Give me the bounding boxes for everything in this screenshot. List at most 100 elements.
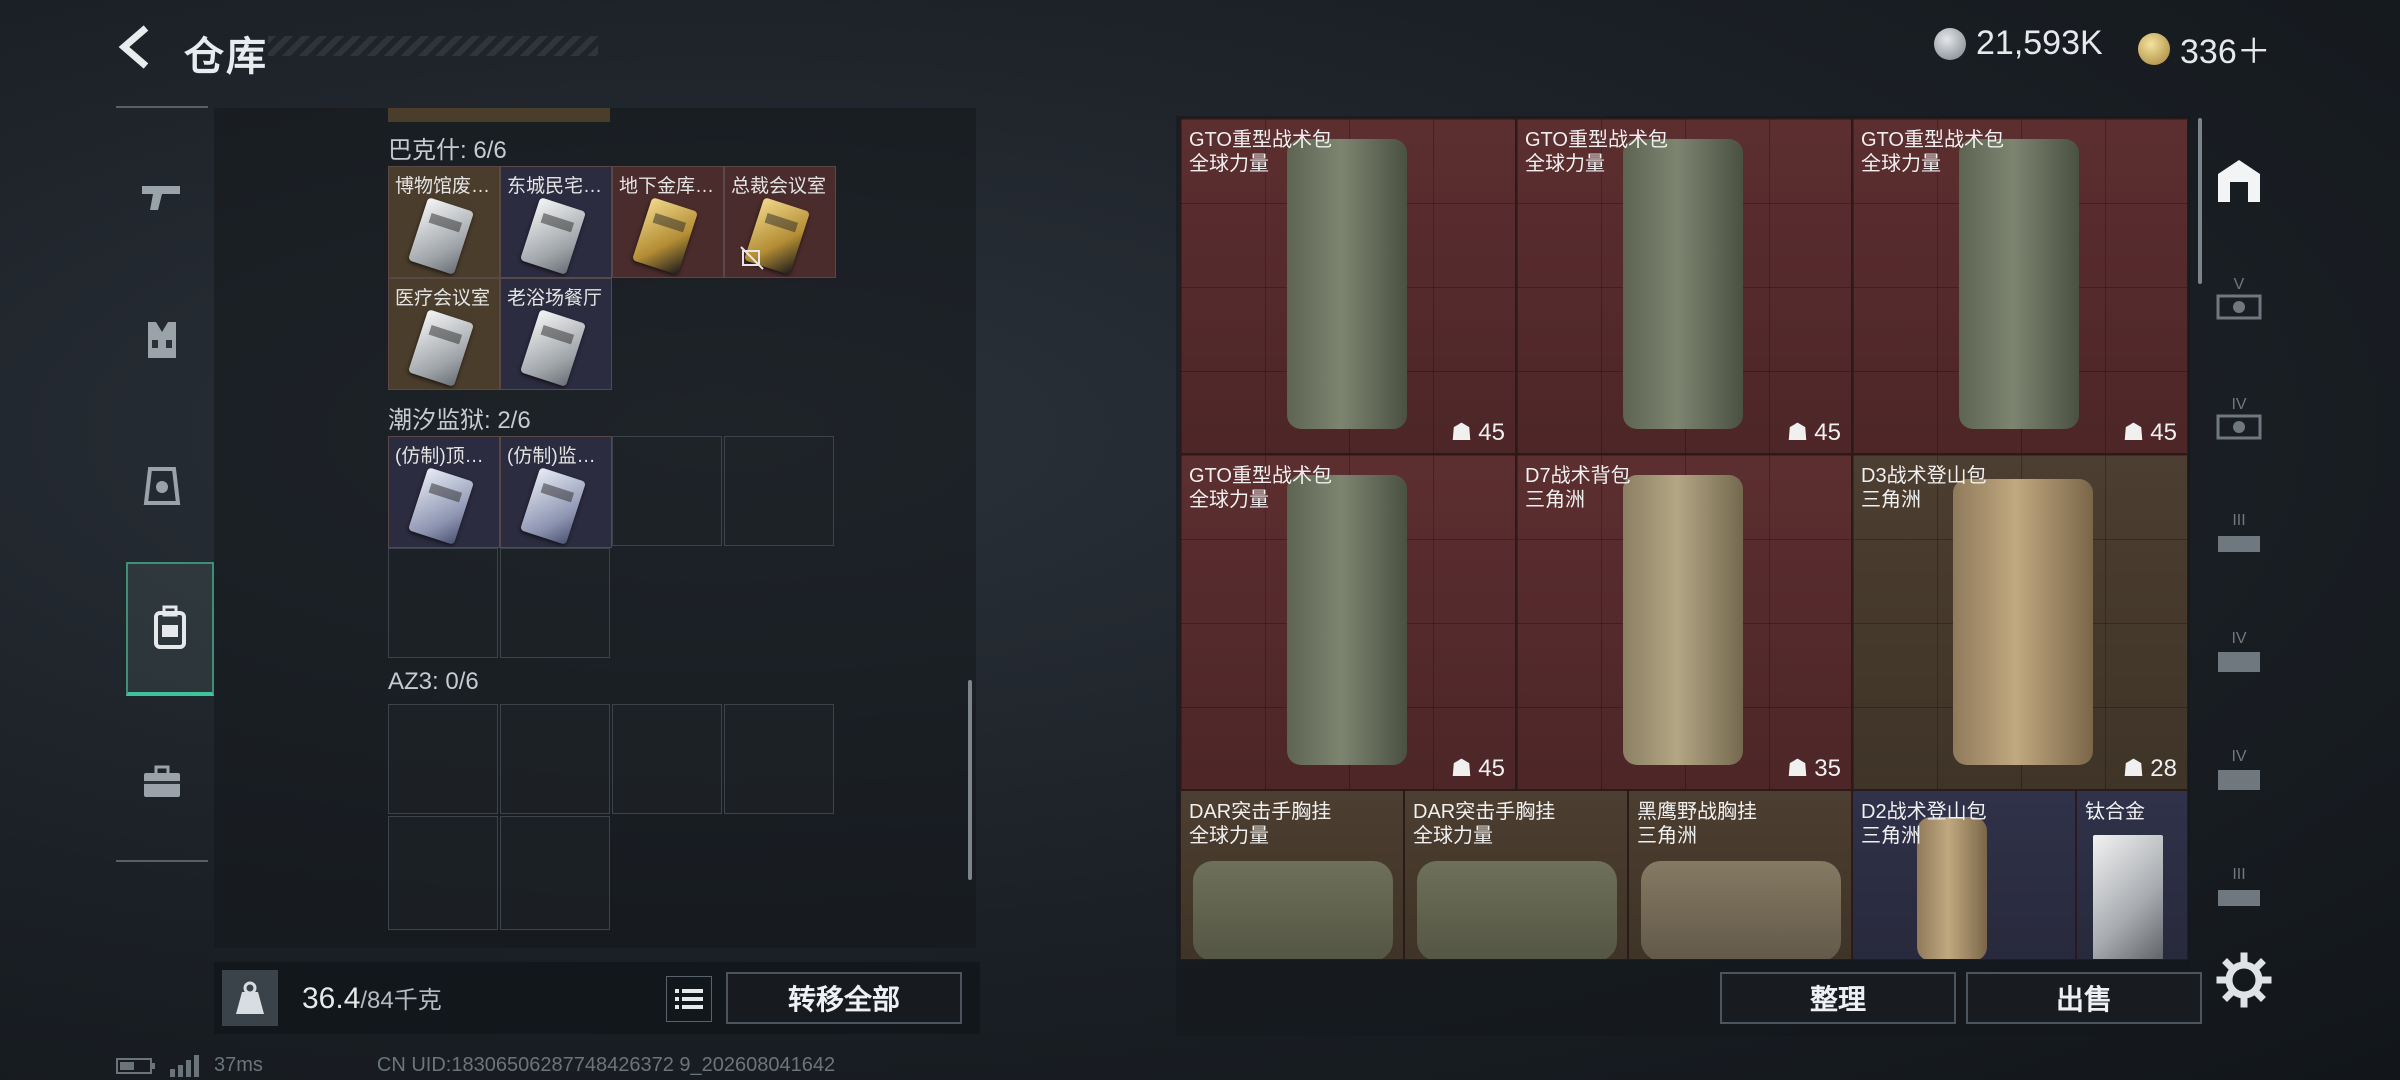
keycard-icon <box>407 467 475 545</box>
key-name: 博物馆废… <box>395 176 491 197</box>
capacity-value: 45 <box>1478 754 1505 782</box>
storage-tier-icon <box>2218 770 2260 790</box>
empty-slot[interactable] <box>724 704 834 814</box>
capacity-badge: ☗ 28 <box>2123 754 2177 783</box>
empty-slot[interactable] <box>388 548 498 658</box>
backpack-item[interactable]: D7战术背包 三角洲 ☗ 35 <box>1516 454 1852 790</box>
keycard-icon <box>519 309 587 387</box>
key-item[interactable]: (仿制)顶… <box>388 436 500 548</box>
key-name: (仿制)监… <box>507 446 596 467</box>
rail-item-backpack[interactable] <box>126 562 214 696</box>
weight-icon: ☗ <box>2122 755 2145 782</box>
rail-item-helmet[interactable] <box>116 438 208 534</box>
chest-rig-item[interactable]: DAR突击手胸挂 全球力量 <box>1180 790 1404 960</box>
tier-label: III <box>2232 866 2246 883</box>
gold-coin-icon <box>2138 32 2170 65</box>
capacity-badge: ☗ 45 <box>1787 418 1841 447</box>
weight-max: /84千克 <box>360 987 442 1014</box>
storage-tier-icon <box>2218 890 2260 906</box>
tab-storage-tier[interactable]: IV <box>2206 602 2272 702</box>
backpack-item[interactable]: D3战术登山包 三角洲 ☗ 28 <box>1852 454 2188 790</box>
tab-storage-tier[interactable]: V <box>2206 248 2272 348</box>
storage-tier-icon <box>2216 414 2262 440</box>
chest-rig-item[interactable]: DAR突击手胸挂 全球力量 <box>1404 790 1628 960</box>
briefcase-icon <box>144 765 180 797</box>
tier-label: V <box>2233 276 2245 293</box>
tab-warehouse-home[interactable] <box>2206 130 2272 230</box>
silver-coin-icon <box>1934 27 1966 60</box>
section-label-tide-prison: 潮汐监狱: 2/6 <box>388 407 531 434</box>
kg-icon <box>222 970 278 1026</box>
backpack-item[interactable]: D2战术登山包 三角洲 <box>1852 790 2076 960</box>
tier-label: IV <box>2231 396 2247 413</box>
key-item[interactable]: 博物馆废… <box>388 166 500 278</box>
vest-icon <box>148 322 176 358</box>
transfer-all-button[interactable]: 转移全部 <box>726 972 962 1024</box>
item-origin: 三角洲 <box>1861 489 1921 511</box>
item-origin: 全球力量 <box>1189 825 1269 847</box>
chest-rig-item[interactable]: 黑鹰野战胸挂 三角洲 <box>1628 790 1852 960</box>
user-uid: CN UID:18306506287748426372 9_2026080416… <box>376 1054 836 1076</box>
settings-gear-icon[interactable] <box>2214 950 2274 1010</box>
key-item[interactable]: 医疗会议室 <box>388 278 500 390</box>
weight-current: 36.4 <box>302 982 361 1015</box>
capacity-badge: ☗ 45 <box>1451 418 1505 447</box>
gold-currency[interactable]: 336＋ <box>2138 24 2271 73</box>
right-scrollbar[interactable] <box>2198 118 2202 284</box>
item-origin: 全球力量 <box>1525 153 1605 175</box>
rail-item-weapons[interactable] <box>116 148 208 244</box>
tab-storage-tier[interactable]: III <box>2206 484 2272 584</box>
empty-slot[interactable] <box>500 548 610 658</box>
section-label-az3: AZ3: 0/6 <box>388 668 479 695</box>
item-origin: 全球力量 <box>1189 489 1269 511</box>
key-item[interactable]: 总裁会议室 <box>724 166 836 278</box>
rail-item-cases[interactable] <box>116 734 208 830</box>
left-scrollbar[interactable] <box>968 680 972 880</box>
gun-icon <box>142 186 180 210</box>
helmet-icon <box>143 467 181 505</box>
key-item[interactable]: (仿制)监… <box>500 436 612 548</box>
empty-slot[interactable] <box>612 436 722 546</box>
backpack-item[interactable]: GTO重型战术包 全球力量 ☗ 45 <box>1516 118 1852 454</box>
key-name: 总裁会议室 <box>731 176 827 197</box>
item-origin: 三角洲 <box>1637 825 1697 847</box>
previous-row-remnant <box>388 108 610 122</box>
backpack-item[interactable]: GTO重型战术包 全球力量 ☗ 45 <box>1180 454 1516 790</box>
tab-storage-tier[interactable]: III <box>2206 838 2272 938</box>
backpack-item[interactable]: GTO重型战术包 全球力量 ☗ 45 <box>1852 118 2188 454</box>
backpack-grid: GTO重型战术包 全球力量 ☗ 45 GTO重型战术包 全球力量 ☗ 45 GTO重… <box>1180 118 2188 960</box>
capacity-value: 35 <box>1814 754 1841 782</box>
empty-slot[interactable] <box>724 436 834 546</box>
empty-slot[interactable] <box>388 704 498 814</box>
back-arrow-icon[interactable] <box>112 22 162 72</box>
tier-label: IV <box>2231 748 2247 765</box>
key-name: 医疗会议室 <box>395 288 491 309</box>
key-item[interactable]: 地下金库… <box>612 166 724 278</box>
silver-currency-value: 21,593K <box>1976 24 2103 62</box>
empty-slot[interactable] <box>388 816 498 930</box>
status-footer: 37ms CN UID:18306506287748426372 9_20260… <box>116 1054 835 1077</box>
keycard-icon <box>519 197 587 275</box>
weight-readout: 36.4/84千克 <box>302 980 442 1016</box>
tab-storage-tier[interactable]: IV <box>2206 720 2272 820</box>
keycard-icon <box>407 309 475 387</box>
tab-storage-tier[interactable]: IV <box>2206 368 2272 468</box>
empty-slot[interactable] <box>612 704 722 814</box>
empty-slot[interactable] <box>500 816 610 930</box>
key-name: 地下金库… <box>619 176 715 197</box>
list-view-button[interactable] <box>666 976 712 1022</box>
backpack-item[interactable]: GTO重型战术包 全球力量 ☗ 45 <box>1180 118 1516 454</box>
storage-tier-icon <box>2218 536 2260 552</box>
warehouse-icon <box>2218 160 2260 202</box>
weight-icon: ☗ <box>1786 755 1809 782</box>
organize-button[interactable]: 整理 <box>1720 972 1956 1024</box>
key-item[interactable]: 老浴场餐厅 <box>500 278 612 390</box>
key-item[interactable]: 东城民宅… <box>500 166 612 278</box>
storage-tabs-rail: V IV III IV IV III <box>2206 118 2272 958</box>
item-name: 钛合金 <box>2085 801 2145 823</box>
tier-label: III <box>2232 512 2246 529</box>
empty-slot[interactable] <box>500 704 610 814</box>
rail-item-armor[interactable] <box>116 292 208 388</box>
sell-button[interactable]: 出售 <box>1966 972 2202 1024</box>
material-item[interactable]: 钛合金 <box>2076 790 2188 960</box>
